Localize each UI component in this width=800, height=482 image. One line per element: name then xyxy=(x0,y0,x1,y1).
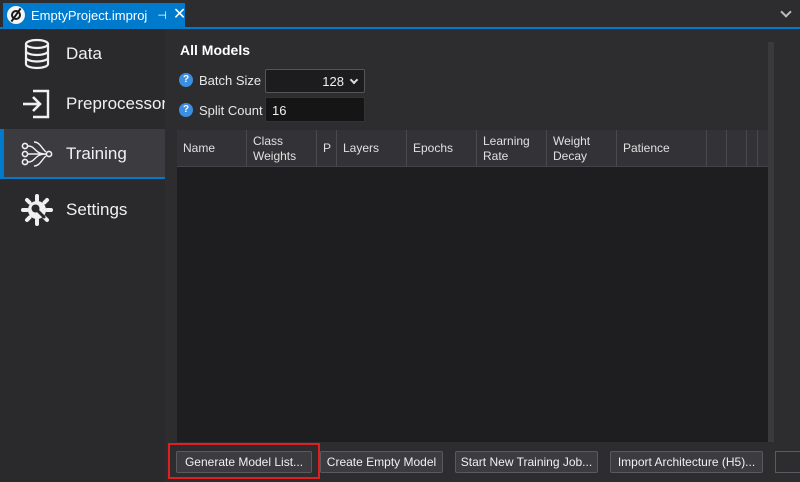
sidebar-item-training[interactable]: Training xyxy=(0,129,165,179)
settings-icon xyxy=(21,194,53,226)
close-icon[interactable]: ✕ xyxy=(173,7,186,23)
column-header-patience[interactable]: Patience xyxy=(617,130,707,167)
chevron-down-icon[interactable] xyxy=(780,6,792,18)
column-header-learning-rate[interactable]: Learning Rate xyxy=(477,130,547,167)
import-architecture-button[interactable]: Import Architecture (H5)... xyxy=(610,451,763,473)
overflow-button[interactable] xyxy=(775,451,800,473)
column-header-extra[interactable] xyxy=(747,130,758,167)
document-tab[interactable]: EmptyProject.improj ⊣ ✕ xyxy=(3,3,186,27)
generate-model-list-button[interactable]: Generate Model List... xyxy=(176,451,312,473)
chevron-down-icon xyxy=(349,75,359,85)
create-empty-model-button[interactable]: Create Empty Model xyxy=(320,451,443,473)
section-title: All Models xyxy=(180,42,251,58)
main-panel: All Models ? Batch Size 128 ? Split Coun… xyxy=(165,29,800,482)
pin-icon[interactable]: ⊣ xyxy=(157,9,167,22)
sidebar: Data Preprocessor Training Settings xyxy=(0,29,168,482)
batch-size-value: 128 xyxy=(322,74,344,89)
sidebar-item-label: Data xyxy=(66,44,102,63)
sidebar-item-label: Preprocessor xyxy=(66,94,168,113)
column-header-layers[interactable]: Layers xyxy=(337,130,407,167)
sidebar-item-label: Settings xyxy=(66,200,128,219)
help-icon[interactable]: ? xyxy=(179,73,193,87)
sidebar-item-label: Training xyxy=(66,144,127,163)
split-count-value: 16 xyxy=(272,103,287,118)
column-header-extra[interactable] xyxy=(707,130,727,167)
document-tab-strip: EmptyProject.improj ⊣ ✕ xyxy=(0,0,800,29)
import-icon xyxy=(23,89,50,119)
split-count-label: Split Count xyxy=(199,103,263,118)
models-table[interactable]: Name Class Weights P Layers Epochs Learn… xyxy=(177,130,768,442)
start-new-training-job-button[interactable]: Start New Training Job... xyxy=(455,451,598,473)
column-header-p[interactable]: P xyxy=(317,130,337,167)
column-header-extra[interactable] xyxy=(727,130,747,167)
help-icon[interactable]: ? xyxy=(179,103,193,117)
vertical-scrollbar[interactable] xyxy=(768,42,774,442)
table-header: Name Class Weights P Layers Epochs Learn… xyxy=(177,130,768,167)
database-icon xyxy=(24,38,50,70)
column-header-epochs[interactable]: Epochs xyxy=(407,130,477,167)
tab-title: EmptyProject.improj xyxy=(31,7,148,23)
column-header-class-weights[interactable]: Class Weights xyxy=(247,130,317,167)
split-count-input[interactable]: 16 xyxy=(265,97,365,122)
column-header-weight-decay[interactable]: Weight Decay xyxy=(547,130,617,167)
sidebar-item-preprocessor[interactable]: Preprocessor xyxy=(0,79,168,129)
neural-network-icon xyxy=(21,141,53,167)
sidebar-item-settings[interactable]: Settings xyxy=(0,185,165,235)
column-header-name[interactable]: Name xyxy=(177,130,247,167)
sidebar-item-data[interactable]: Data xyxy=(0,29,165,79)
batch-size-dropdown[interactable]: 128 xyxy=(265,69,365,93)
project-icon xyxy=(7,6,25,24)
batch-size-label: Batch Size xyxy=(199,73,262,88)
column-header-extra[interactable] xyxy=(758,130,768,167)
